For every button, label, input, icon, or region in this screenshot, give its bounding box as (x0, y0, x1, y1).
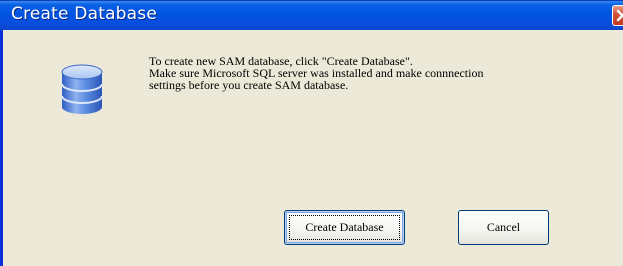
dialog-title: Create Database (11, 4, 158, 24)
create-database-label: Create Database (305, 220, 384, 234)
cancel-label: Cancel (486, 220, 521, 234)
cancel-button[interactable]: Cancel (458, 210, 549, 245)
create-database-dialog: Create Database To create new SAM databa… (0, 0, 623, 266)
database-icon (61, 64, 103, 114)
create-database-button[interactable]: Create Database (284, 210, 405, 245)
message-line: settings before you create SAM database. (149, 78, 349, 92)
close-icon (616, 9, 623, 22)
close-button[interactable] (612, 5, 623, 26)
dialog-message: To create new SAM database, click "Creat… (149, 55, 483, 91)
title-bar[interactable]: Create Database (0, 0, 623, 30)
